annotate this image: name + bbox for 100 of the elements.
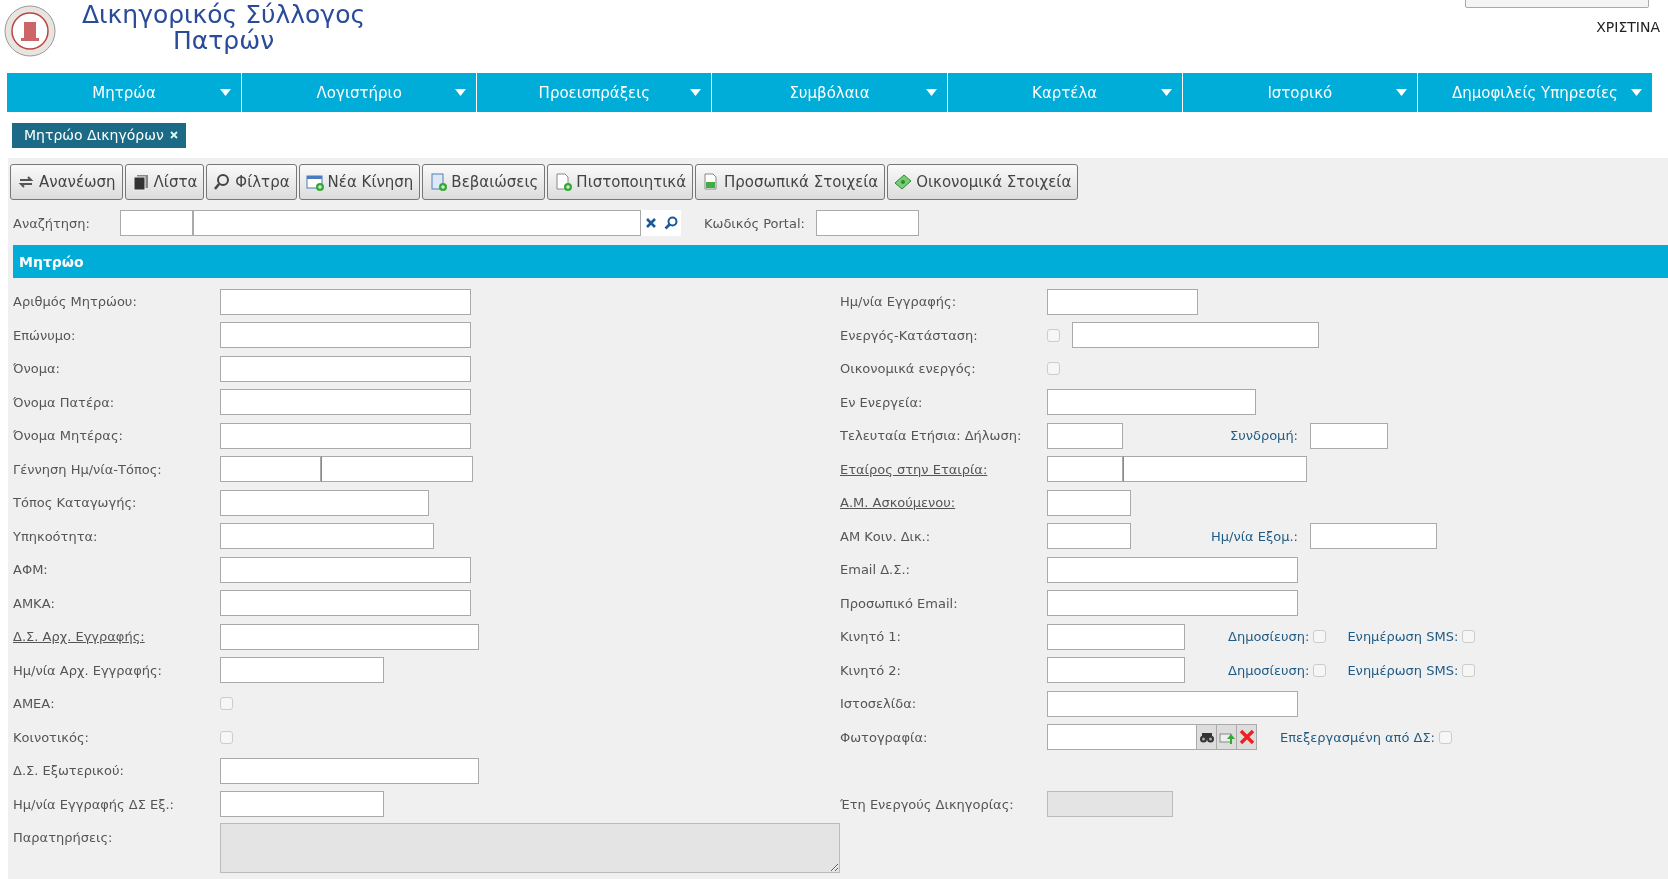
field-label: Ενημέρωση SMS: (1347, 629, 1459, 645)
field-link[interactable]: Α.Μ. Ασκούμενου: (840, 495, 956, 511)
text-field[interactable] (1310, 422, 1388, 449)
field-label: ΑΜ Κοιν. Δικ.: (840, 528, 931, 544)
document-plus-icon (429, 173, 448, 191)
field-label: Δημοσίευση: (1228, 629, 1310, 645)
banknote-icon (894, 173, 913, 191)
text-field[interactable] (220, 489, 429, 516)
checkbox[interactable] (1047, 362, 1060, 376)
text-field[interactable] (220, 623, 479, 650)
search-code-field[interactable] (120, 210, 193, 236)
text-field[interactable] (1072, 322, 1319, 349)
field-label: Επώνυμο: (13, 327, 76, 343)
text-field[interactable] (220, 456, 321, 483)
photo-field[interactable] (1047, 724, 1197, 751)
document-tab[interactable]: Μητρώο Δικηγόρων (12, 122, 186, 148)
field-label: Υπηκοότητα: (13, 528, 98, 544)
text-field[interactable] (220, 355, 471, 382)
checkbox[interactable] (1462, 630, 1476, 644)
text-field[interactable] (1047, 690, 1298, 717)
toolbar-button[interactable]: Φίλτρα (206, 164, 297, 200)
toolbar-button[interactable]: Οικονομικά Στοιχεία (887, 164, 1079, 200)
caret-icon (220, 89, 232, 96)
text-field[interactable] (220, 422, 471, 449)
caret-icon (925, 89, 937, 96)
checkbox[interactable] (1047, 328, 1060, 342)
toolbar-button[interactable]: Πιστοποιητικά (547, 164, 694, 200)
close-icon[interactable] (169, 131, 178, 139)
text-field[interactable] (1047, 556, 1298, 583)
portal-code-field[interactable] (816, 210, 919, 236)
search-field[interactable] (193, 210, 641, 236)
caret-icon (1160, 89, 1172, 96)
field-label: Γέννηση Ημ/νία-Τόπος: (13, 461, 162, 477)
checkbox[interactable] (220, 697, 233, 711)
checkbox[interactable] (220, 730, 233, 744)
caret-icon (1395, 89, 1407, 96)
field-label: Ιστοσελίδα: (840, 696, 917, 712)
toolbar-button[interactable]: Βεβαιώσεις (422, 164, 546, 200)
text-field[interactable] (1047, 422, 1123, 449)
text-field[interactable] (1047, 489, 1131, 516)
delete-button[interactable] (1237, 724, 1257, 751)
text-field[interactable] (220, 657, 384, 684)
checkbox[interactable] (1462, 663, 1476, 677)
checkbox[interactable] (1439, 730, 1452, 744)
text-field[interactable] (220, 322, 471, 349)
text-field[interactable] (1047, 523, 1131, 550)
search-label: Αναζήτηση: (13, 215, 91, 231)
checkbox[interactable] (1313, 630, 1327, 644)
text-field[interactable] (220, 590, 471, 617)
field-label: Παρατηρήσεις: (13, 830, 113, 846)
field-label: Δ.Σ. Εξωτερικού: (13, 763, 124, 779)
checkbox[interactable] (1313, 663, 1327, 677)
field-label: Όνομα Μητέρας: (13, 428, 123, 444)
field-label: ΑΜΕΑ: (13, 696, 55, 712)
window-plus-icon (305, 173, 324, 191)
text-field[interactable] (220, 757, 479, 784)
caret-icon (690, 89, 702, 96)
field-label: Ημ/νία Αρχ. Εγγραφής: (13, 662, 162, 678)
text-field[interactable] (1047, 623, 1185, 650)
text-field[interactable] (1047, 288, 1198, 315)
text-field[interactable] (220, 523, 434, 550)
text-field[interactable] (220, 288, 471, 315)
caret-icon (455, 89, 467, 96)
text-field[interactable] (1047, 456, 1123, 483)
field-link[interactable]: Δ.Σ. Αρχ. Εγγραφής: (13, 629, 145, 645)
toolbar-button[interactable]: Ανανέωση (10, 164, 123, 200)
field-label: Κινητό 1: (840, 629, 901, 645)
text-field[interactable] (1047, 389, 1256, 416)
text-field[interactable] (220, 556, 471, 583)
field-label: Κοινοτικός: (13, 729, 89, 745)
field-label: Όνομα: (13, 361, 60, 377)
binoculars-button[interactable] (1197, 724, 1217, 751)
toolbar-button[interactable]: Προσωπικά Στοιχεία (695, 164, 886, 200)
organization-name: Δικηγορικός Σύλλογος (82, 2, 366, 28)
portal-code-label: Κωδικός Portal: (704, 215, 806, 231)
field-label: Τελευταία Ετήσια: Δήλωση: (840, 428, 1022, 444)
caret-icon (1631, 89, 1642, 96)
user-name: ΧΡΙΣΤΙΝΑ (1596, 19, 1660, 35)
field-link[interactable]: Εταίρος στην Εταιρία: (840, 461, 988, 477)
field-label: Ημ/νία Εγγραφής: (840, 294, 957, 310)
search-icon[interactable] (664, 216, 678, 230)
field-label: Ημ/νία Εγγραφής ΔΣ Εξ.: (13, 796, 174, 812)
text-field[interactable] (220, 389, 471, 416)
clear-icon[interactable] (645, 217, 657, 229)
search-icon (213, 173, 232, 191)
text-field[interactable] (1310, 523, 1437, 550)
toolbar-button[interactable]: Λίστα (124, 164, 205, 200)
field-label: Email Δ.Σ.: (840, 562, 910, 578)
text-field[interactable] (1047, 590, 1298, 617)
field-label: Αριθμός Μητρώου: (13, 294, 137, 310)
field-label: Προσωπικό Email: (840, 595, 958, 611)
field-label: Εν Ενεργεία: (840, 394, 923, 410)
text-field[interactable] (220, 791, 384, 818)
toolbar-button[interactable]: Νέα Κίνηση (298, 164, 421, 200)
field-label: Δημοσίευση: (1228, 662, 1310, 678)
field-label: Έτη Ενεργούς Δικηγορίας: (840, 796, 1014, 812)
logo-icon (4, 5, 56, 57)
text-field[interactable] (321, 456, 473, 483)
text-field[interactable] (1123, 456, 1307, 483)
text-field[interactable] (1047, 657, 1185, 684)
